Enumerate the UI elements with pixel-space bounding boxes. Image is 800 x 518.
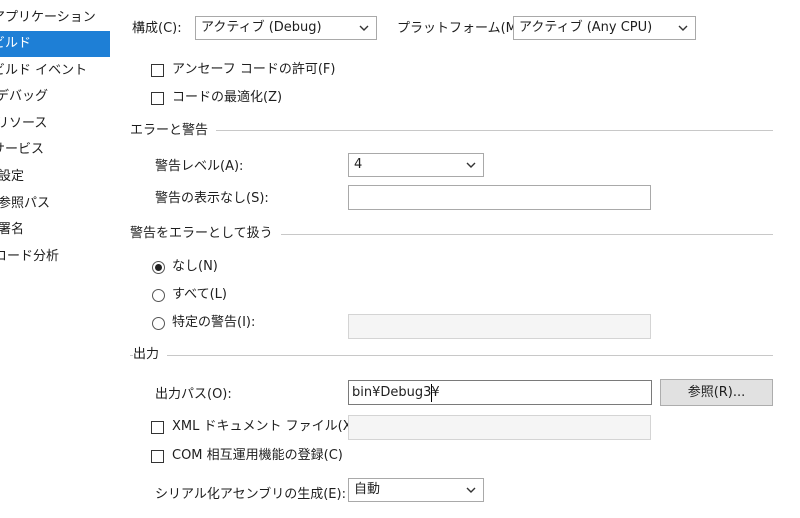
chevron-down-icon: [466, 162, 476, 168]
treat-warnings-all-radio[interactable]: [152, 289, 165, 302]
sidebar-item-signing[interactable]: 署名: [0, 217, 108, 243]
output-path-label: 出力パス(O):: [155, 387, 232, 402]
platform-select-value: アクティブ (Any CPU): [519, 20, 653, 35]
warning-level-select[interactable]: 4: [348, 153, 484, 177]
section-divider: [130, 355, 773, 356]
xml-doc-label: XML ドキュメント ファイル(X):: [172, 419, 362, 434]
sidebar-item-label: 参照パス: [0, 196, 51, 211]
serialization-select[interactable]: 自動: [348, 478, 484, 502]
unsafe-code-label: アンセーフ コードの許可(F): [172, 62, 336, 77]
sidebar-item-label: 設定: [0, 169, 25, 184]
sidebar-item-resources[interactable]: リソース: [0, 111, 106, 137]
treat-warnings-all-label: すべて(L): [172, 287, 227, 302]
chevron-down-icon: [678, 25, 688, 31]
sidebar-item-label: ビルド イベント: [0, 63, 88, 78]
sidebar-item-label: サービス: [0, 142, 45, 157]
sidebar-item-debug[interactable]: デバッグ: [0, 84, 106, 110]
output-path-input[interactable]: bin¥Debug3¥: [348, 380, 652, 405]
platform-select[interactable]: アクティブ (Any CPU): [513, 16, 696, 40]
optimize-code-label: コードの最適化(Z): [172, 90, 283, 105]
warning-level-value: 4: [354, 157, 363, 172]
warning-level-label: 警告レベル(A):: [155, 159, 244, 174]
optimize-code-checkbox[interactable]: [151, 92, 164, 105]
text-caret: [431, 384, 432, 402]
sidebar-item-build[interactable]: ビルド: [0, 31, 110, 57]
specific-warnings-input[interactable]: [348, 314, 651, 339]
suppress-warnings-input[interactable]: [348, 185, 651, 210]
com-interop-label: COM 相互運用機能の登録(C): [172, 448, 343, 463]
sidebar-item-label: リソース: [0, 116, 48, 131]
sidebar-item-label: アプリケーション: [0, 10, 96, 25]
config-select-value: アクティブ (Debug): [201, 20, 322, 35]
sidebar-item-reference-paths[interactable]: 参照パス: [0, 191, 108, 217]
sidebar-item-application[interactable]: アプリケーション: [0, 5, 102, 31]
section-title-treat-warnings: 警告をエラーとして扱う: [130, 225, 281, 243]
serialization-select-value: 自動: [354, 482, 381, 497]
browse-button[interactable]: 参照(R)...: [660, 379, 773, 406]
sidebar-item-label: ビルド: [0, 36, 32, 51]
suppress-warnings-label: 警告の表示なし(S):: [155, 191, 269, 206]
treat-warnings-specific-label: 特定の警告(I):: [172, 315, 256, 330]
chevron-down-icon: [466, 487, 476, 493]
section-title-output: 出力: [133, 346, 168, 364]
sidebar-item-label: コード分析: [0, 249, 60, 264]
xml-doc-checkbox[interactable]: [151, 421, 164, 434]
serialization-label: シリアル化アセンブリの生成(E):: [155, 487, 346, 502]
chevron-down-icon: [359, 25, 369, 31]
sidebar: アプリケーション ビルド ビルド イベント デバッグ リソース サービス 設定 …: [0, 0, 110, 518]
sidebar-item-code-analysis[interactable]: コード分析: [0, 244, 104, 270]
com-interop-checkbox[interactable]: [151, 450, 164, 463]
treat-warnings-none-radio[interactable]: [152, 261, 165, 274]
sidebar-item-services[interactable]: サービス: [0, 137, 102, 163]
treat-warnings-none-label: なし(N): [172, 259, 218, 274]
treat-warnings-specific-radio[interactable]: [152, 317, 165, 330]
section-title-errors-warnings: エラーと警告: [130, 122, 217, 140]
sidebar-item-label: 署名: [0, 222, 25, 237]
section-divider: [130, 130, 773, 131]
unsafe-code-checkbox[interactable]: [151, 64, 164, 77]
platform-label: プラットフォーム(M):: [397, 21, 527, 36]
sidebar-item-label: デバッグ: [0, 89, 49, 104]
sidebar-item-settings[interactable]: 設定: [0, 164, 108, 190]
config-select[interactable]: アクティブ (Debug): [195, 16, 377, 40]
sidebar-item-build-events[interactable]: ビルド イベント: [0, 58, 102, 84]
xml-doc-input[interactable]: [348, 415, 651, 440]
config-label: 構成(C):: [132, 21, 182, 36]
